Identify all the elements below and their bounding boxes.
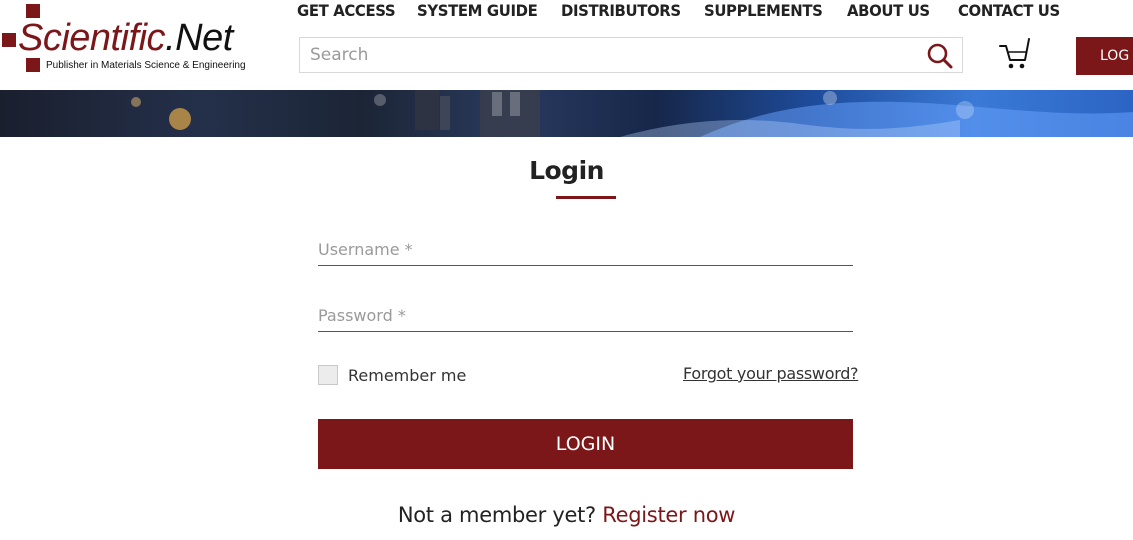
register-prompt-text: Not a member yet? [397, 503, 596, 527]
remember-me-checkbox[interactable] [318, 365, 338, 385]
logo-name-part1: Scientific [18, 17, 166, 59]
remember-me-label: Remember me [348, 365, 467, 385]
page-title: Login [529, 156, 604, 185]
nav-about-us[interactable]: ABOUT US [847, 0, 930, 24]
nav-system-guide[interactable]: SYSTEM GUIDE [417, 0, 538, 24]
nav-contact-us[interactable]: CONTACT US [958, 0, 1060, 24]
cart-icon[interactable] [998, 36, 1032, 70]
search-icon[interactable] [926, 42, 954, 70]
header-login-button[interactable]: LOG [1076, 37, 1133, 75]
site-logo[interactable]: Scientific.Net Publisher in Materials Sc… [0, 0, 270, 80]
nav-distributors[interactable]: DISTRIBUTORS [561, 0, 681, 24]
password-field [318, 301, 853, 332]
hero-banner [0, 90, 1133, 137]
username-field [318, 235, 853, 266]
logo-tagline: Publisher in Materials Science & Enginee… [46, 60, 246, 71]
site-header: Scientific.Net Publisher in Materials Sc… [0, 0, 1133, 90]
register-link[interactable]: Register now [602, 503, 735, 527]
nav-supplements[interactable]: SUPPLEMENTS [704, 0, 823, 24]
logo-wordmark: Scientific.Net [18, 14, 233, 62]
username-input[interactable] [318, 235, 853, 263]
login-button[interactable]: LOGIN [318, 419, 853, 469]
register-prompt: Not a member yet? Register now [0, 503, 1133, 527]
title-underline [556, 196, 616, 199]
password-input[interactable] [318, 301, 853, 329]
search-input[interactable] [300, 38, 930, 72]
remember-me[interactable]: Remember me [318, 363, 466, 387]
logo-square [2, 33, 16, 47]
nav-get-access[interactable]: GET ACCESS [297, 0, 396, 24]
logo-name-part2: .Net [165, 17, 233, 59]
forgot-password-link[interactable]: Forgot your password? [683, 364, 859, 383]
main-nav: GET ACCESS SYSTEM GUIDE DISTRIBUTORS SUP… [297, 0, 1060, 24]
search-bar [299, 37, 963, 73]
